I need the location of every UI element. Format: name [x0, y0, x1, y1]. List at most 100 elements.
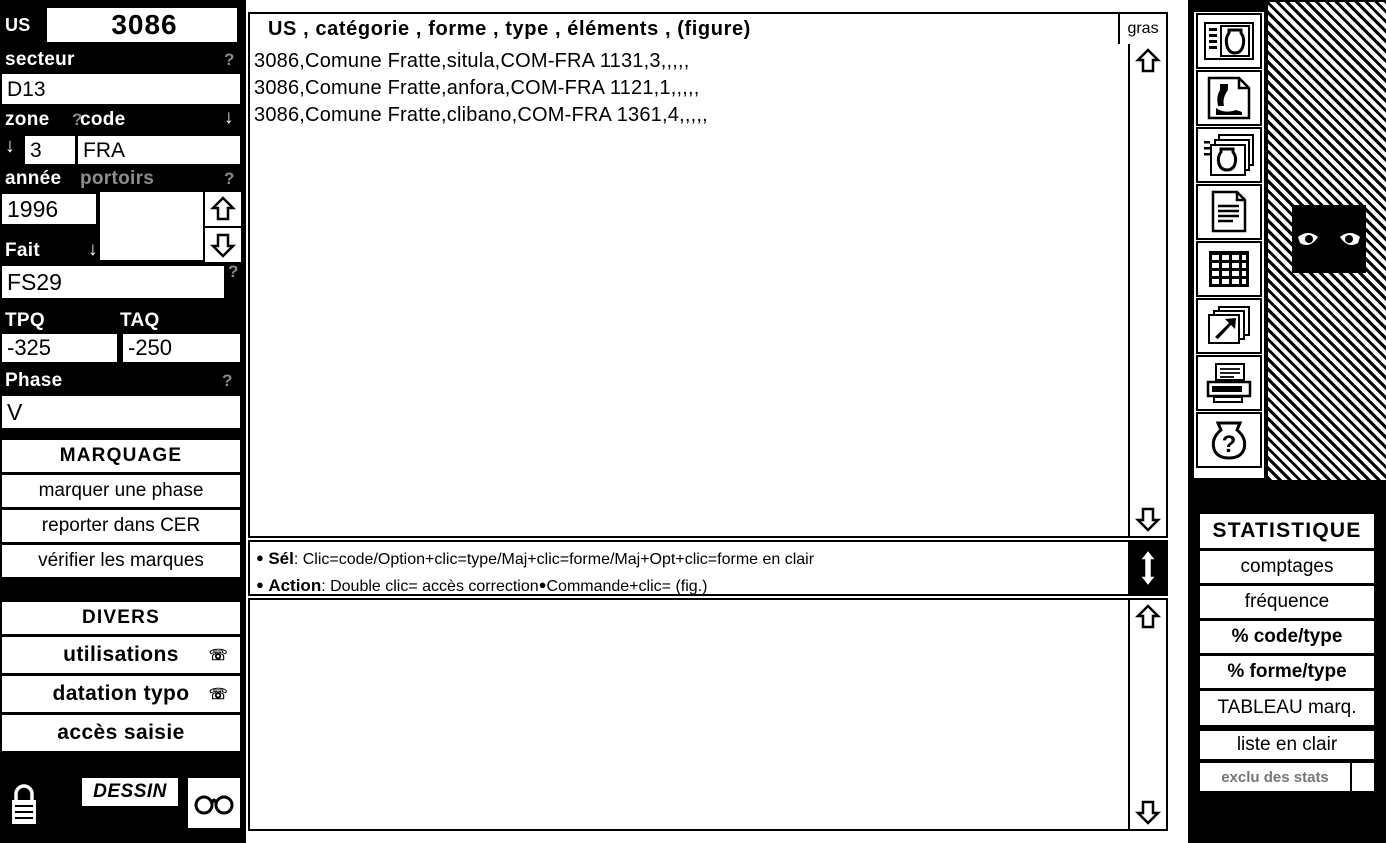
vase-record-icon[interactable] [1196, 13, 1262, 69]
tpq-input[interactable]: -325 [2, 334, 117, 362]
portoirs-help-icon[interactable]: ? [224, 169, 234, 189]
fait-label: Fait [5, 240, 40, 261]
bullet-icon: ● [256, 550, 264, 565]
exclu-des-stats-checkbox[interactable] [1352, 763, 1374, 791]
utilisations-label: utilisations [63, 643, 179, 666]
secteur-input[interactable]: D13 [2, 74, 240, 104]
vase-stack-glyph [1204, 134, 1254, 176]
action-help-line: ● Action: Double clic= accès correction●… [256, 572, 1128, 599]
annee-input[interactable]: 1996 [2, 194, 96, 224]
detail-scroll-down-button[interactable] [1130, 795, 1166, 829]
statistique-panel: STATISTIQUE comptages fréquence % code/t… [1190, 486, 1384, 841]
arrow-down-icon [1135, 800, 1161, 825]
frequence-button[interactable]: fréquence [1200, 586, 1374, 618]
fait-sort-arrow-icon[interactable]: ↓ [88, 240, 98, 259]
text-document-icon[interactable] [1196, 184, 1262, 240]
printer-icon[interactable] [1196, 355, 1262, 411]
tpq-label: TPQ [5, 310, 45, 331]
table-grid-icon[interactable] [1196, 241, 1262, 297]
detail-scroll-up-button[interactable] [1130, 600, 1166, 634]
fait-help-icon[interactable]: ? [228, 262, 238, 282]
list-column-headers: US , catégorie , forme , type , éléments… [268, 17, 751, 40]
arrow-up-down-icon [1138, 548, 1158, 588]
table-row[interactable]: 3086,Comune Fratte,anfora,COM-FRA 1121,1… [254, 75, 1128, 102]
code-sort-arrow-icon[interactable]: ↓ [224, 108, 234, 127]
bullet-icon: ● [256, 577, 264, 592]
taq-input[interactable]: -250 [123, 334, 240, 362]
verifier-les-marques-button[interactable]: vérifier les marques [2, 545, 240, 577]
vase-stack-icon[interactable] [1196, 127, 1262, 183]
percent-code-type-button[interactable]: % code/type [1200, 621, 1374, 653]
datation-typo-label: datation typo [52, 682, 190, 705]
tableau-marq-button[interactable]: TABLEAU marq. [1200, 691, 1374, 725]
portoirs-list[interactable] [100, 192, 203, 260]
zone-input[interactable]: 3 [25, 136, 75, 164]
annee-label: année [5, 168, 62, 189]
code-input[interactable]: FRA [78, 136, 240, 164]
marquage-group: MARQUAGE marquer une phase reporter dans… [2, 440, 240, 580]
list-header-bar: US , catégorie , forme , type , éléments… [248, 12, 1168, 46]
utilisations-button[interactable]: utilisations ☏ [2, 637, 240, 673]
detail-scrollbar[interactable] [1128, 600, 1166, 829]
acces-saisie-button[interactable]: accès saisie [2, 715, 240, 751]
dessin-button[interactable]: DESSIN [82, 778, 178, 806]
lock-icon[interactable] [6, 782, 42, 828]
code-label: code [80, 109, 126, 130]
action-label: Action [268, 576, 322, 595]
records-list-panel: 3086,Comune Fratte,situla,COM-FRA 1131,3… [248, 44, 1168, 538]
main-content-area: US , catégorie , forme , type , éléments… [248, 0, 1188, 843]
mask-face-glyph [1292, 205, 1366, 273]
comptages-button[interactable]: comptages [1200, 551, 1374, 583]
zone-sort-arrow-icon[interactable]: ↓ [5, 136, 15, 156]
table-row[interactable]: 3086,Comune Fratte,clibano,COM-FRA 1361,… [254, 102, 1128, 129]
secteur-help-icon[interactable]: ? [224, 50, 234, 70]
records-scrollbar[interactable] [1128, 44, 1166, 536]
liste-en-clair-button[interactable]: liste en clair [1200, 731, 1374, 759]
arrow-up-icon [1135, 604, 1161, 629]
right-panel: ? STATISTIQUE comptages fréquence % code… [1188, 0, 1386, 843]
info-scroll-thumb[interactable] [1128, 542, 1166, 594]
action-text: : Double clic= accès correction [321, 578, 539, 595]
glasses-button[interactable] [188, 778, 240, 828]
scroll-up-button[interactable] [1130, 44, 1166, 78]
lock-glyph [12, 784, 36, 824]
table-row[interactable]: 3086,Comune Fratte,situla,COM-FRA 1131,3… [254, 48, 1128, 75]
arrow-down-icon [1135, 507, 1161, 532]
vase-help-glyph: ? [1211, 421, 1247, 460]
portoirs-scroll-up-button[interactable] [205, 192, 241, 226]
us-label: US [5, 15, 31, 35]
action-text-2: Commande+clic= (fig.) [546, 578, 708, 595]
telephone-icon: ☏ [208, 647, 228, 664]
reporter-dans-cer-button[interactable]: reporter dans CER [2, 510, 240, 542]
records-list[interactable]: 3086,Comune Fratte,situla,COM-FRA 1131,3… [250, 44, 1128, 536]
table-grid-glyph [1209, 251, 1249, 287]
detail-panel-body[interactable] [250, 600, 1128, 829]
taq-label: TAQ [120, 310, 160, 331]
fait-input[interactable]: FS29 [2, 266, 224, 298]
scroll-down-button[interactable] [1130, 502, 1166, 536]
scroll-track[interactable] [1130, 78, 1166, 502]
us-field-row: US 3086 [0, 8, 246, 42]
marquer-une-phase-button[interactable]: marquer une phase [2, 475, 240, 507]
zone-label: zone [5, 109, 50, 130]
marquage-title: MARQUAGE [2, 440, 240, 472]
divers-title: DIVERS [2, 602, 240, 634]
us-input[interactable]: 3086 [47, 8, 237, 42]
help-info-bar: ● Sél: Clic=code/Option+clic=type/Maj+cl… [248, 540, 1168, 596]
drawing-document-icon[interactable] [1196, 70, 1262, 126]
printer-glyph [1206, 363, 1252, 403]
gras-toggle[interactable]: gras [1118, 14, 1166, 44]
percent-forme-type-button[interactable]: % forme/type [1200, 656, 1374, 688]
phase-help-icon[interactable]: ? [222, 371, 232, 391]
vase-help-icon[interactable]: ? [1196, 412, 1262, 468]
exclu-des-stats-button[interactable]: exclu des stats [1200, 763, 1350, 791]
selection-help-line: ● Sél: Clic=code/Option+clic=type/Maj+cl… [256, 545, 1128, 572]
portoirs-label: portoirs [80, 168, 155, 189]
datation-typo-button[interactable]: datation typo ☏ [2, 676, 240, 712]
detail-scroll-track[interactable] [1130, 634, 1166, 795]
slides-arrow-icon[interactable] [1196, 298, 1262, 354]
phase-input[interactable]: V [2, 396, 240, 428]
portoirs-scroll-down-button[interactable] [205, 228, 241, 262]
arrow-down-icon [210, 233, 236, 258]
arrow-up-icon [210, 196, 236, 221]
